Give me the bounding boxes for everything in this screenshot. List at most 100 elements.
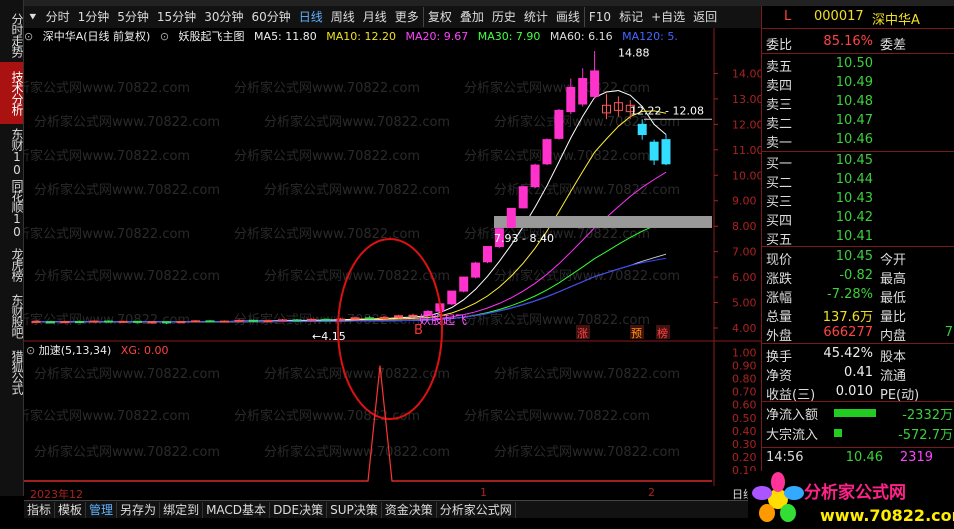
toolbar-item-10[interactable]: 复权	[422, 7, 456, 27]
stat2-row-0-label2: 股本	[880, 350, 907, 365]
chart-header: ⊙ 深中华A(日线 前复权) ⊙ 妖股起飞主图 MA5: 11.80 MA10:…	[24, 28, 724, 44]
candle-body	[637, 123, 647, 136]
watermark-text: 分析家公式网www.70822.com	[464, 312, 650, 328]
stat2-row-1: 净资 0.41 流通	[762, 365, 954, 384]
candle-body	[661, 139, 671, 165]
ask-row-1-value: 10.49	[835, 75, 873, 90]
vtab-guba[interactable]: 东财股吧	[0, 290, 24, 342]
flow-row-1: 大宗流入 -572.7万	[762, 424, 954, 443]
toolbar-item-3[interactable]: 15分钟	[153, 7, 200, 27]
vtab-ths10[interactable]: 同花顺10	[0, 178, 24, 238]
candle-body	[447, 290, 457, 305]
collapse-icon[interactable]: ⊙	[24, 30, 33, 43]
toolbar-item-4[interactable]: 30分钟	[200, 7, 247, 27]
stat-row-1-value: -0.82	[839, 268, 873, 283]
toolbar-item-8[interactable]: 月线	[359, 7, 391, 27]
annotation-range-top: 12.22 - 12.08	[630, 105, 704, 118]
toolbar-item-1[interactable]: 1分钟	[74, 7, 114, 27]
candle-body	[249, 319, 258, 322]
bottom-tab-7[interactable]: SUP决策	[327, 501, 382, 518]
chevron-down-icon[interactable]: ⯆	[24, 7, 42, 27]
flow-bar-1	[834, 429, 842, 437]
toolbar-item-16[interactable]: 标记	[615, 7, 647, 27]
annotation-high: 14.88	[618, 47, 650, 60]
vtab-eastmoney10[interactable]: 东财10	[0, 128, 24, 176]
vtab-dragon-tiger[interactable]: 龙虎榜	[0, 240, 24, 288]
bottom-tab-3[interactable]: 另存为	[117, 501, 161, 518]
stat-row-4-value2: 7	[944, 325, 953, 340]
sub-tick-label: 0.20	[732, 451, 757, 464]
watermark-text: 分析家公式网www.70822.com	[494, 268, 680, 284]
flow-value-0: -2332万	[902, 408, 953, 423]
ask-row-3-value: 10.47	[835, 113, 873, 128]
tick-time: 14:56	[766, 450, 804, 465]
ask-row-3-label: 卖二	[766, 117, 793, 132]
stat-row-2-label: 涨幅	[766, 291, 793, 306]
bottom-tab-8[interactable]: 资金决策	[382, 501, 437, 518]
stat-row-4: 外盘 666277 内盘 7	[762, 325, 954, 344]
watermark-text: 分析家公式网www.70822.com	[264, 444, 450, 460]
bid-row-4-value: 10.41	[835, 229, 873, 244]
flow-value-1: -572.7万	[898, 428, 953, 443]
candle-body	[518, 186, 528, 209]
formula-name[interactable]: 妖股起飞主图	[179, 30, 245, 43]
stat2-row-0-label: 换手	[766, 350, 793, 365]
weibi-label: 委比	[766, 38, 793, 53]
watermark-text: 分析家公式网www.70822.com	[234, 80, 420, 96]
vtab-intraday[interactable]: 分时走势	[0, 10, 24, 60]
bottom-tab-6[interactable]: DDE决策	[270, 501, 328, 518]
toolbar-item-5[interactable]: 60分钟	[247, 7, 294, 27]
annotation-signal: 妖股起飞	[419, 313, 467, 327]
annotation-range-box: 7.93 - 8.40	[494, 232, 554, 245]
bid-row-0-label: 买一	[766, 157, 793, 172]
tick-price: 10.46	[845, 450, 883, 465]
weibi-row: 委比 85.16% 委差	[762, 34, 954, 53]
formula-toggle-icon[interactable]: ⊙	[160, 30, 169, 43]
stat2-row-2-label2: PE(动)	[880, 388, 920, 403]
bottom-tab-1[interactable]: 模板	[55, 501, 87, 518]
bottom-tab-5[interactable]: MACD基本	[203, 501, 271, 518]
bottom-tab-4[interactable]: 绑定到	[160, 501, 204, 518]
candle-body	[263, 320, 273, 323]
toolbar-item-6[interactable]: 日线	[295, 7, 327, 27]
stock-name: 深中华A	[872, 13, 920, 28]
toolbar-item-0[interactable]: 分时	[42, 7, 74, 27]
bottom-tab-2[interactable]: 管理	[86, 501, 118, 518]
vtab-formula[interactable]: 猎狐公式	[0, 346, 24, 398]
toolbar-item-14[interactable]: 画线	[552, 7, 584, 27]
toolbar-item-15[interactable]: F10	[583, 7, 615, 27]
candle-body	[205, 320, 215, 323]
toolbar-item-7[interactable]: 周线	[327, 7, 359, 27]
toolbar-item-11[interactable]: 叠加	[456, 7, 488, 27]
period-toolbar: ⯆ 分时 1分钟 5分钟 15分钟 30分钟 60分钟 日线 周线 月线 更多 复权 叠加 历史 统计 画线…	[24, 6, 761, 29]
sub-collapse-icon[interactable]: ⊙	[26, 344, 35, 357]
stat-row-4-label2: 内盘	[880, 329, 907, 344]
bottom-tab-9[interactable]: 分析家公式网	[437, 501, 516, 518]
ask-row-4-value: 10.46	[835, 132, 873, 147]
toolbar-item-17[interactable]: +自选	[647, 7, 689, 27]
candle-body	[566, 86, 576, 113]
ask-row-2: 卖三 10.48	[762, 94, 954, 113]
toolbar-item-2[interactable]: 5分钟	[113, 7, 153, 27]
toolbar-item-18[interactable]: 返回	[689, 7, 721, 27]
ma5-value: MA5: 11.80	[254, 30, 317, 43]
bottom-tab-0[interactable]: 指标	[24, 501, 56, 518]
stat-row-3-value: 137.6万	[822, 310, 873, 325]
sub-tick-label: 0.60	[732, 399, 757, 412]
support-box	[494, 216, 712, 228]
toolbar-item-13[interactable]: 统计	[520, 7, 552, 27]
stat-row-1: 涨跌 -0.82 最高	[762, 268, 954, 287]
divider	[762, 447, 954, 448]
kline-chart[interactable]: 分析家公式网www.70822.com 分析家公式网www.70822.com 分析…	[24, 28, 761, 486]
watermark-text: 分析家公式网www.70822.com	[494, 366, 680, 382]
app-window: 分时走势 技术分析 东财10 同花顺10 龙虎榜 东财股吧 猎狐公式 ⯆ 分时 1…	[0, 0, 954, 529]
candle-body	[471, 262, 481, 278]
flow-label-1: 大宗流入	[766, 428, 819, 443]
toolbar-item-9[interactable]: 更多	[391, 7, 423, 27]
candle-body	[459, 276, 469, 292]
price-tick-label: 5.00	[732, 297, 757, 310]
sub-indicator-name[interactable]: 加速(5,13,34)	[39, 344, 112, 357]
toolbar-item-12[interactable]: 历史	[488, 7, 520, 27]
vtab-tech-analysis[interactable]: 技术分析	[0, 62, 24, 124]
ask-row-4-label: 卖一	[766, 136, 793, 151]
